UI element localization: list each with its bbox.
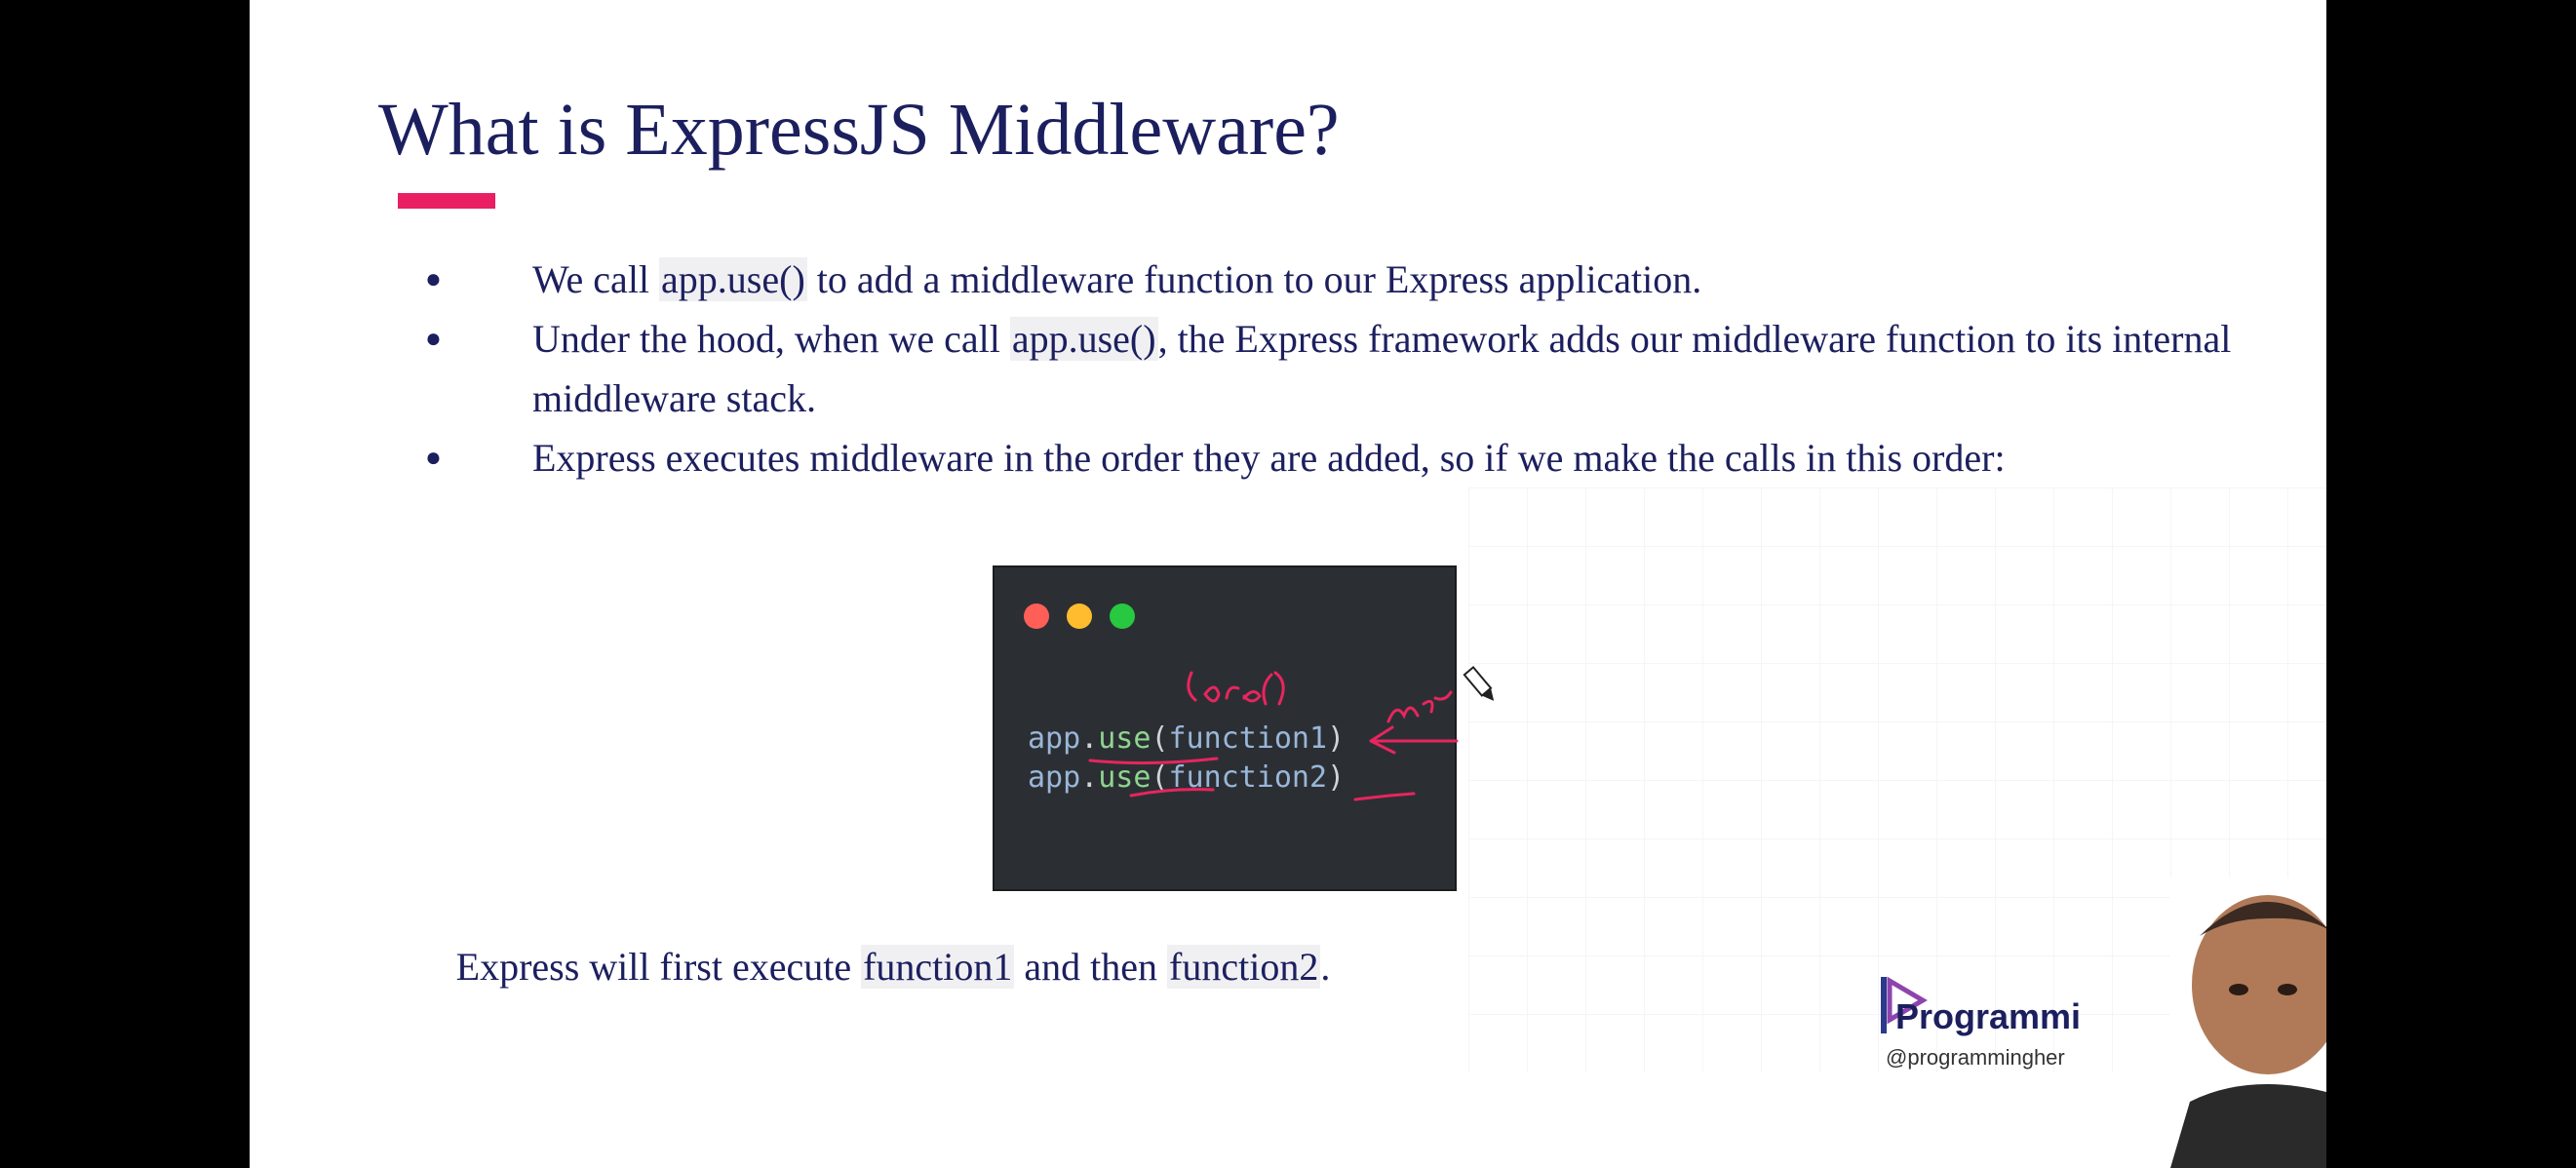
maximize-dot-icon [1110, 603, 1135, 629]
inline-code: app.use() [659, 257, 807, 301]
bullet-list: We call app.use() to add a middleware fu… [425, 250, 2278, 487]
bullet-item: Under the hood, when we call app.use(), … [425, 309, 2278, 428]
inline-code: app.use() [1009, 317, 1158, 361]
code-line-1: app.use(function1) [1028, 721, 1346, 756]
inline-code: function1 [861, 945, 1015, 989]
title-accent-bar [398, 193, 495, 209]
bullet-item: Express executes middleware in the order… [425, 428, 2278, 487]
brand-name: Programmi [1895, 996, 2082, 1036]
bullet-item: We call app.use() to add a middleware fu… [425, 250, 2278, 309]
slide: What is ExpressJS Middleware? We call ap… [250, 0, 2326, 1168]
close-dot-icon [1024, 603, 1049, 629]
bullet-text: Express executes middleware in the order… [532, 436, 2006, 480]
inline-code: function2 [1167, 945, 1321, 989]
slide-title: What is ExpressJS Middleware? [378, 89, 1340, 171]
minimize-dot-icon [1067, 603, 1092, 629]
code-line-2: app.use(function2) [1028, 760, 1346, 795]
bullet-text: Under the hood, when we call [532, 317, 1010, 361]
caption: Express will first execute function1 and… [455, 945, 1331, 989]
brand-handle: @programmingher [1886, 1045, 2065, 1070]
presenter-webcam [2170, 877, 2326, 1168]
bullet-text: We call [532, 257, 660, 301]
bullet-text: to add a middleware function to our Expr… [806, 257, 1702, 301]
code-window: app.use(function1) app.use(function2) [993, 565, 1457, 891]
